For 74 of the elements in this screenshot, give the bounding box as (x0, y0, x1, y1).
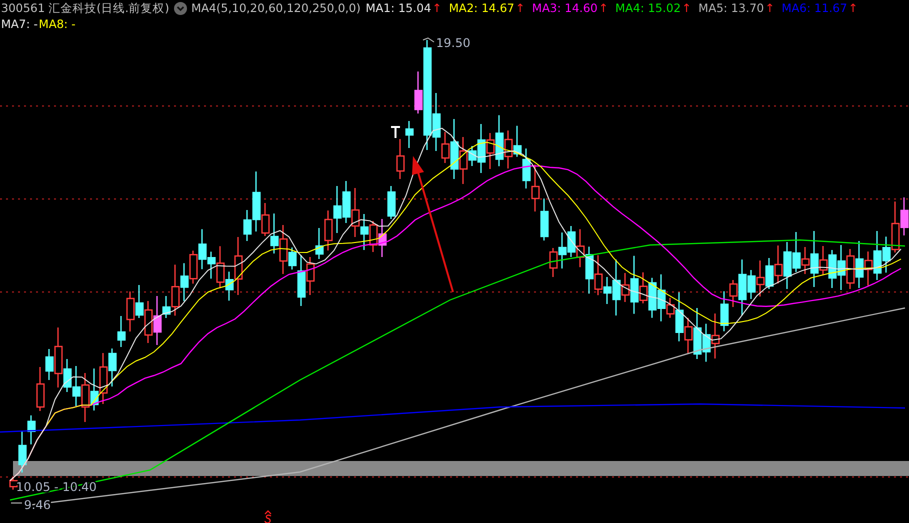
candlestick (846, 249, 855, 289)
candlestick (567, 226, 576, 257)
up-arrow: ↑ (432, 1, 442, 15)
candlestick (585, 246, 594, 294)
candlestick (558, 232, 567, 268)
candlestick (882, 236, 891, 273)
candlestick (711, 314, 720, 358)
candlestick (126, 292, 135, 332)
candlestick (360, 214, 369, 250)
candlestick (900, 197, 909, 236)
dropdown-icon[interactable] (174, 2, 188, 14)
candlestick (828, 250, 837, 288)
leader-line (422, 37, 434, 42)
moving-average-value: MA2: 14.67 (448, 1, 514, 15)
candlestick (333, 186, 342, 233)
candlestick (9, 476, 18, 490)
candlestick (117, 316, 126, 347)
s-marker-icon (264, 510, 272, 523)
candlestick (81, 373, 90, 422)
candlestick (891, 202, 900, 253)
up-arrow: ↑ (515, 1, 526, 15)
candlestick (576, 229, 585, 268)
candlestick (369, 221, 378, 252)
candlestick (36, 367, 45, 411)
candlestick (135, 285, 144, 318)
candlestick (342, 181, 351, 223)
moving-average-value: MA6: 11.67 (782, 1, 848, 15)
candlestick (684, 318, 693, 354)
candlestick (99, 353, 108, 404)
candlestick (18, 430, 27, 472)
candlestick (378, 219, 387, 257)
candlestick (837, 245, 846, 290)
candlestick (783, 242, 792, 289)
up-arrow: ↑ (764, 1, 775, 15)
candlestick (702, 324, 711, 362)
candlestick (387, 186, 396, 219)
candlestick (756, 260, 765, 296)
candlestick (513, 126, 522, 157)
candlestick (270, 214, 279, 254)
candlestick (324, 210, 333, 250)
candlestick (27, 415, 36, 444)
moving-average-value: MA1: 15.04 (366, 1, 432, 15)
leader-line (10, 502, 22, 504)
candlestick (180, 263, 189, 302)
moving-average-value: MA7: - (1, 17, 38, 31)
up-arrow: ↑ (598, 1, 608, 15)
candlestick (72, 366, 81, 406)
candlestick (648, 278, 657, 318)
indicator-params: MA4(5,10,20,60,120,250,0,0) (191, 1, 361, 15)
candlestick (522, 148, 531, 188)
candlestick (540, 198, 549, 240)
candlestick (504, 130, 513, 168)
candlestick (315, 228, 324, 259)
candlestick (351, 188, 360, 237)
up-arrow: ↑ (848, 1, 858, 15)
candlestick (90, 368, 99, 410)
candlestick (306, 257, 315, 295)
moving-average-value: MA5: 13.70 (698, 1, 764, 15)
candlestick (108, 348, 117, 386)
high-price-label: 19.50 (436, 36, 470, 50)
stock-title: 300561 汇金科技(日线.前复权) (1, 0, 170, 16)
candlestick (855, 241, 864, 288)
candlestick (765, 258, 774, 289)
t-marker-icon (390, 126, 401, 139)
candlestick (144, 301, 153, 343)
moving-average-value: MA8: - (38, 17, 76, 31)
candlestick (774, 246, 783, 284)
candlestick (549, 248, 558, 277)
moving-average-value: MA4: 15.02 (615, 1, 681, 15)
candlestick (693, 308, 702, 359)
up-arrow: ↑ (682, 1, 692, 15)
candlestick (531, 164, 540, 212)
candlestick (189, 250, 198, 284)
moving-average-value: MA3: 14.60 (532, 1, 598, 15)
